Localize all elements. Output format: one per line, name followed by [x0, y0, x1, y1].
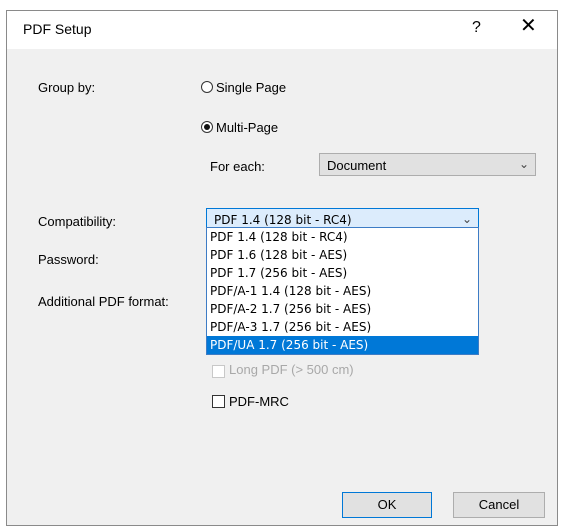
pdf-mrc-checkbox[interactable]: [212, 395, 225, 408]
for-each-select[interactable]: Document ⌄: [319, 153, 536, 176]
for-each-value: Document: [327, 158, 387, 173]
password-label: Password:: [38, 252, 99, 267]
long-pdf-label: Long PDF (> 500 cm): [229, 362, 354, 377]
ok-button[interactable]: OK: [342, 492, 432, 518]
dialog-title: PDF Setup: [23, 21, 92, 37]
chevron-down-icon: ⌄: [461, 212, 472, 226]
compatibility-label: Compatibility:: [38, 214, 117, 229]
cancel-button[interactable]: Cancel: [453, 492, 545, 518]
dropdown-option[interactable]: PDF 1.7 (256 bit - AES): [207, 264, 478, 282]
compatibility-value: PDF 1.4 (128 bit - RC4): [214, 213, 352, 227]
chevron-down-icon: ⌄: [518, 157, 529, 171]
dropdown-option[interactable]: PDF 1.6 (128 bit - AES): [207, 246, 478, 264]
group-by-label: Group by:: [38, 80, 96, 95]
multi-page-radio[interactable]: [201, 121, 213, 133]
additional-format-label: Additional PDF format:: [38, 294, 169, 309]
dropdown-option-highlighted[interactable]: PDF/UA 1.7 (256 bit - AES): [207, 336, 478, 354]
single-page-label[interactable]: Single Page: [216, 80, 286, 95]
multi-page-label[interactable]: Multi-Page: [216, 120, 278, 135]
close-icon[interactable]: ✕: [520, 16, 537, 36]
pdf-setup-dialog: PDF Setup ? ✕ Group by: Single Page Mult…: [6, 10, 558, 526]
dropdown-option[interactable]: PDF/A-2 1.7 (256 bit - AES): [207, 300, 478, 318]
dropdown-option[interactable]: PDF/A-1 1.4 (128 bit - AES): [207, 282, 478, 300]
dropdown-option[interactable]: PDF 1.4 (128 bit - RC4): [207, 228, 478, 246]
help-icon[interactable]: ?: [472, 19, 481, 37]
for-each-label: For each:: [210, 159, 265, 174]
pdf-mrc-label[interactable]: PDF-MRC: [229, 394, 289, 409]
compatibility-dropdown-list: PDF 1.4 (128 bit - RC4) PDF 1.6 (128 bit…: [206, 227, 479, 355]
single-page-radio[interactable]: [201, 81, 213, 93]
dropdown-option[interactable]: PDF/A-3 1.7 (256 bit - AES): [207, 318, 478, 336]
title-bar: PDF Setup ? ✕: [7, 11, 557, 49]
long-pdf-checkbox[interactable]: [212, 365, 225, 378]
